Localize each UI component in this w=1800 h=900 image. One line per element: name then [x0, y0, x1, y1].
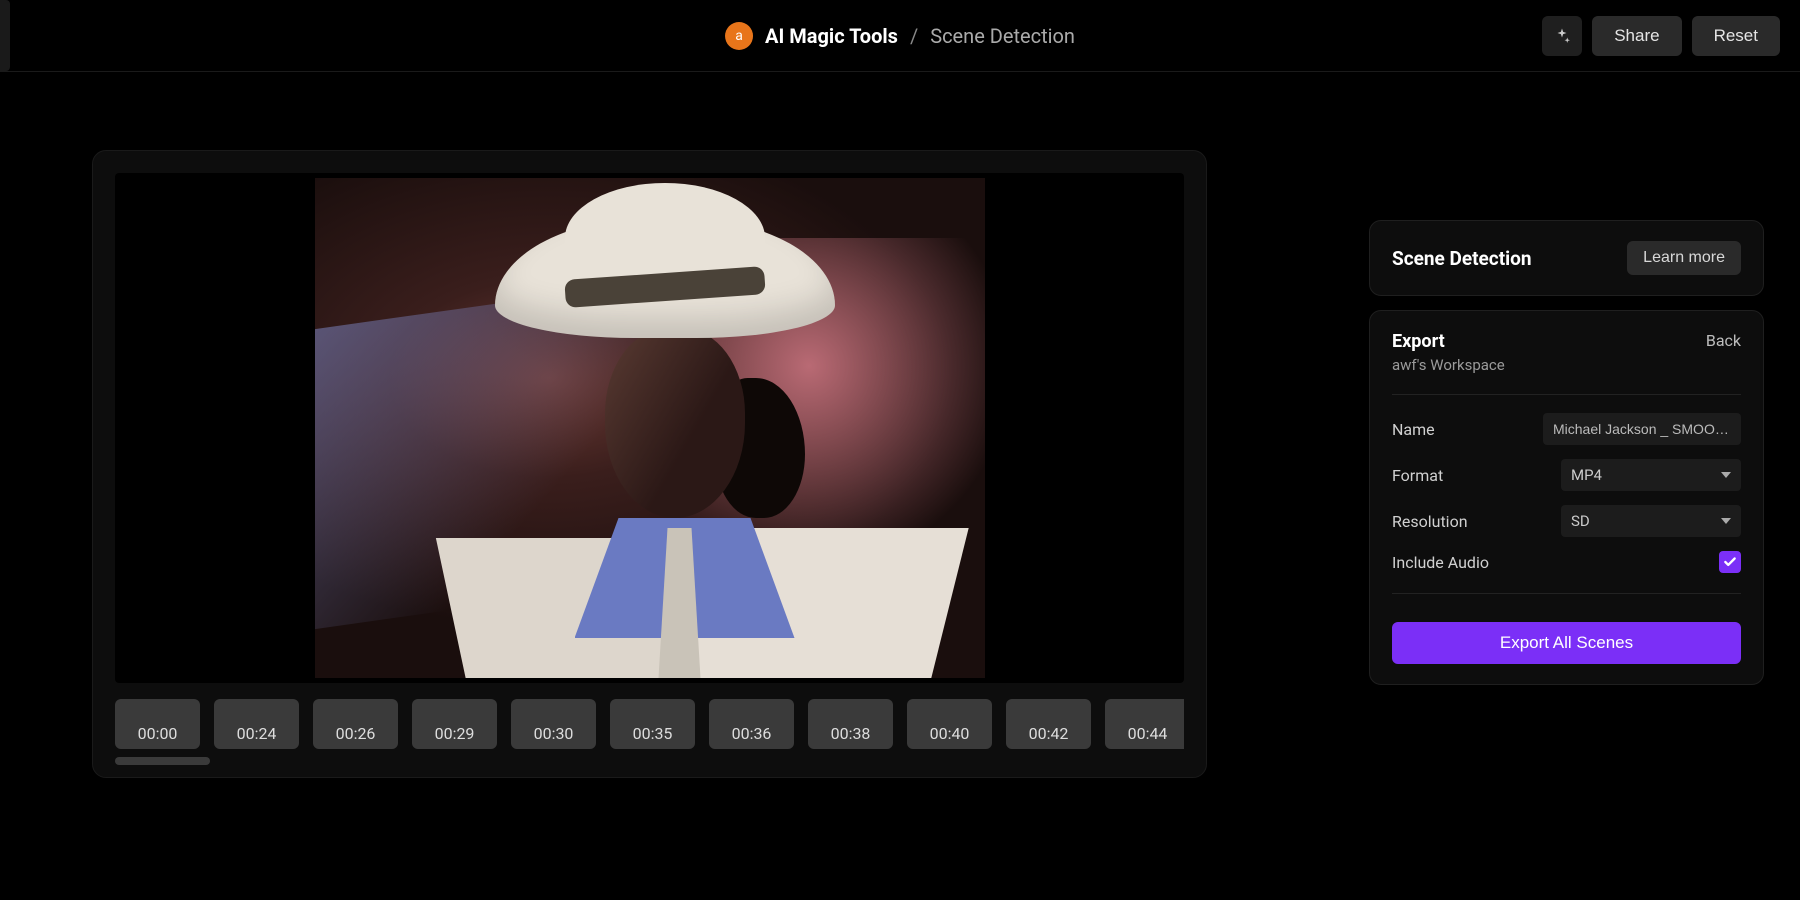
learn-more-button[interactable]: Learn more — [1627, 241, 1741, 275]
scene-detection-title: Scene Detection — [1392, 247, 1532, 270]
chevron-down-icon — [1721, 518, 1731, 524]
scene-thumb[interactable]: 00:35 — [610, 699, 695, 749]
format-value: MP4 — [1571, 466, 1602, 484]
breadcrumb-sub: Scene Detection — [930, 24, 1075, 48]
check-icon — [1723, 555, 1737, 569]
back-link[interactable]: Back — [1706, 331, 1741, 350]
include-audio-checkbox[interactable] — [1719, 551, 1741, 573]
sparkle-button[interactable] — [1542, 16, 1582, 56]
include-audio-row: Include Audio — [1392, 551, 1741, 573]
scene-thumb[interactable]: 00:36 — [709, 699, 794, 749]
scene-thumb[interactable]: 00:40 — [907, 699, 992, 749]
scene-timeline: 00:00 00:24 00:26 00:29 00:30 00:35 00:36 00:38… — [115, 699, 1184, 749]
breadcrumb-main[interactable]: AI Magic Tools — [765, 24, 898, 48]
header-handle — [0, 0, 10, 71]
breadcrumb: a AI Magic Tools / Scene Detection — [725, 22, 1075, 50]
header-actions: Share Reset — [1542, 16, 1780, 56]
scene-thumb[interactable]: 00:30 — [511, 699, 596, 749]
resolution-value: SD — [1571, 512, 1590, 530]
resolution-select[interactable]: SD — [1561, 505, 1741, 537]
scene-thumb[interactable]: 00:42 — [1006, 699, 1091, 749]
main-area: 00:00 00:24 00:26 00:29 00:30 00:35 00:36 00:38… — [0, 72, 1800, 900]
video-still — [315, 178, 985, 678]
name-row: Name — [1392, 413, 1741, 445]
scene-thumb[interactable]: 00:24 — [214, 699, 299, 749]
sparkle-icon — [1553, 27, 1571, 45]
scene-thumb[interactable]: 00:00 — [115, 699, 200, 749]
include-audio-label: Include Audio — [1392, 553, 1489, 572]
share-button[interactable]: Share — [1592, 16, 1681, 56]
resolution-row: Resolution SD — [1392, 505, 1741, 537]
export-workspace: awf's Workspace — [1392, 356, 1505, 374]
video-preview[interactable] — [115, 173, 1184, 683]
scrollbar-thumb[interactable] — [115, 757, 210, 765]
name-label: Name — [1392, 420, 1435, 439]
scene-thumb[interactable]: 00:26 — [313, 699, 398, 749]
timeline-scrollbar[interactable] — [115, 757, 1184, 765]
format-row: Format MP4 — [1392, 459, 1741, 491]
avatar-letter: a — [735, 28, 743, 44]
scene-thumb[interactable]: 00:29 — [412, 699, 497, 749]
scene-thumb[interactable]: 00:38 — [808, 699, 893, 749]
video-panel: 00:00 00:24 00:26 00:29 00:30 00:35 00:36 00:38… — [92, 150, 1207, 778]
scene-detection-card: Scene Detection Learn more — [1369, 220, 1764, 296]
export-title: Export — [1392, 331, 1505, 352]
format-select[interactable]: MP4 — [1561, 459, 1741, 491]
export-all-scenes-button[interactable]: Export All Scenes — [1392, 622, 1741, 664]
export-card: Export awf's Workspace Back Name Format … — [1369, 310, 1764, 685]
right-column: Scene Detection Learn more Export awf's … — [1369, 220, 1764, 900]
breadcrumb-separator: / — [910, 24, 918, 48]
chevron-down-icon — [1721, 472, 1731, 478]
scene-thumb[interactable]: 00:44 — [1105, 699, 1184, 749]
divider — [1392, 394, 1741, 395]
app-header: a AI Magic Tools / Scene Detection Share… — [0, 0, 1800, 72]
avatar[interactable]: a — [725, 22, 753, 50]
reset-button[interactable]: Reset — [1692, 16, 1780, 56]
resolution-label: Resolution — [1392, 512, 1468, 531]
name-input[interactable] — [1543, 413, 1741, 445]
divider — [1392, 593, 1741, 594]
format-label: Format — [1392, 466, 1443, 485]
